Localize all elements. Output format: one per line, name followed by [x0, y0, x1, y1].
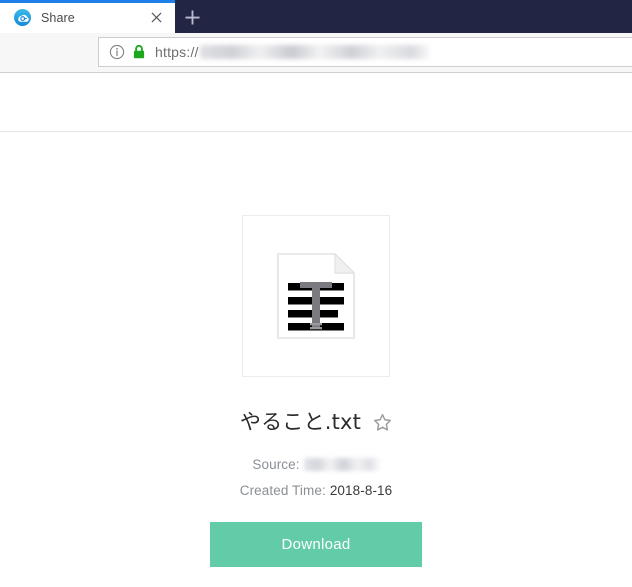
green-padlock-icon[interactable] [132, 44, 146, 60]
browser-toolbar: https:// [0, 33, 632, 73]
tab-share[interactable]: Share [0, 0, 175, 33]
source-value-redacted [303, 458, 380, 471]
share-page-content: やること.txt Source: Created Time: 2018-8-16… [0, 132, 632, 587]
created-time-label: Created Time: [239, 483, 326, 498]
file-preview-card [242, 215, 390, 377]
page-title: やること.txt [239, 410, 362, 434]
url-scheme-text: https:// [155, 44, 199, 60]
info-circle-icon[interactable] [109, 44, 125, 60]
tab-title: Share [41, 10, 75, 25]
created-time-value: 2018-8-16 [329, 483, 393, 498]
star-outline-icon[interactable] [373, 413, 392, 432]
page-header-band [0, 73, 632, 132]
plus-icon [184, 9, 200, 25]
download-button[interactable]: Download [210, 522, 422, 567]
text-document-icon [277, 253, 355, 339]
url-redacted-text [199, 45, 430, 59]
address-bar[interactable]: https:// [98, 37, 632, 67]
new-tab-button[interactable] [175, 2, 209, 32]
browser-window: Share https:// やること.txt Source: Created … [0, 0, 632, 587]
created-time-row: Created Time: 2018-8-16 [240, 483, 393, 498]
tab-strip: Share [0, 0, 632, 33]
close-icon[interactable] [145, 7, 167, 29]
active-tab-accent [0, 0, 175, 3]
filename-row: やること.txt [240, 412, 392, 433]
cloud-share-favicon-icon [14, 9, 31, 26]
source-row: Source: [252, 457, 380, 472]
source-label: Source: [252, 457, 300, 472]
